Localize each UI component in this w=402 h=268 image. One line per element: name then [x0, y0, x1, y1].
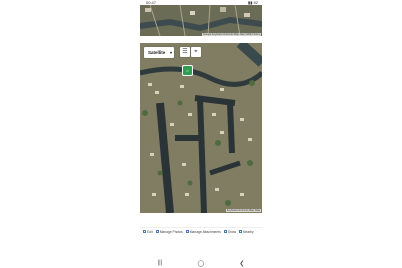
satellite-map[interactable]: Satellite ▾ ☰ ⌖ ⌂ Keyboard shortcuts Map… — [140, 43, 262, 213]
crosshair-icon: ⌖ — [194, 49, 198, 55]
manage-attachments-button[interactable]: Manage Attachments — [185, 229, 221, 234]
manage-photos-button[interactable]: Manage Photos — [155, 229, 183, 234]
home-marker-icon: ⌂ — [186, 68, 189, 73]
manage-photos-label: Manage Photos — [159, 229, 183, 234]
chevron-down-icon: ▾ — [169, 50, 172, 55]
satellite-image — [140, 43, 262, 213]
layers-icon: ☰ — [182, 49, 188, 55]
eye-icon — [223, 230, 227, 233]
android-nav-bar: ||| ◯ ❮ — [140, 258, 262, 268]
home-button[interactable]: ◯ — [197, 260, 204, 267]
map-preview-top[interactable]: Google Keyboard shortcuts Map data ©2024… — [140, 4, 262, 37]
phone-screen: 00:47 ▮▮ 82 Google Keyboard shortcuts Ma… — [140, 0, 262, 268]
map-attribution[interactable]: Keyboard shortcuts Map Data — [225, 209, 261, 212]
map-type-label: Satellite — [148, 50, 166, 55]
edit-icon — [143, 230, 146, 233]
layers-button[interactable]: ☰ — [180, 47, 190, 57]
person-icon — [239, 230, 243, 233]
recent-apps-button[interactable]: ||| — [158, 260, 163, 266]
locate-button[interactable]: ⌖ — [191, 47, 201, 57]
satellite-image-top — [140, 4, 262, 37]
show-label: Show — [227, 229, 237, 234]
attachment-icon — [185, 230, 189, 233]
show-button[interactable]: Show — [223, 229, 237, 234]
edit-label: Edit — [147, 229, 153, 234]
back-button[interactable]: ❮ — [239, 260, 244, 267]
map-attribution-top[interactable]: Google Keyboard shortcuts Map data ©2024… — [202, 33, 261, 36]
property-marker[interactable]: ⌂ — [182, 65, 193, 76]
map-type-select[interactable]: Satellite ▾ — [144, 47, 174, 58]
nearby-label: Nearby — [243, 229, 254, 234]
photo-icon — [155, 230, 159, 233]
bottom-toolbar: Edit Manage Photos Manage Attachments Sh… — [140, 227, 262, 235]
edit-button[interactable]: Edit — [143, 230, 153, 234]
nearby-button[interactable]: Nearby — [239, 230, 254, 234]
manage-attachments-label: Manage Attachments — [189, 229, 221, 234]
